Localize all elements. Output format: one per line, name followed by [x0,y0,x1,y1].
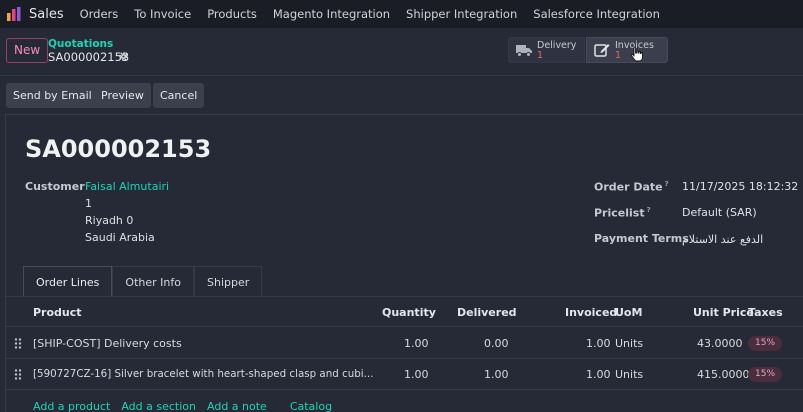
tab-other-info[interactable]: Other Info [112,266,194,297]
tax-badge[interactable]: 15% [748,367,783,382]
row-invoiced: 1.00 [586,337,611,350]
notebook-tabs: Order Lines Other Info Shipper [23,266,263,297]
customer-name-link[interactable]: Faisal Almutairi [85,180,169,193]
hand-pointer-cursor-icon [630,46,643,62]
col-product[interactable]: Product [33,306,82,319]
sales-app-icon[interactable] [6,6,22,22]
tab-order-lines[interactable]: Order Lines [23,266,113,297]
row-quantity[interactable]: 1.00 [404,337,429,350]
pricelist-help-icon[interactable]: ? [647,206,651,214]
order-lines-header: Product Quantity Delivered Invoiced UoM … [6,297,803,327]
delivery-count: 1 [537,50,544,61]
preview-button[interactable]: Preview [94,83,151,108]
col-taxes[interactable]: Taxes [748,306,783,319]
nav-orders[interactable]: Orders [80,7,119,21]
nav-products[interactable]: Products [207,7,257,21]
row-delivered: 1.00 [484,368,509,381]
new-button[interactable]: New [6,38,49,63]
pricelist-label: Pricelist? [594,206,651,220]
top-navbar: Sales Orders To Invoice Products Magento… [0,0,803,28]
col-quantity[interactable]: Quantity [382,306,436,319]
row-unit-price[interactable]: 415.0000 [697,368,750,381]
add-product-link[interactable]: Add a product [33,400,110,412]
smart-button-invoices[interactable]: Invoices 1 [586,37,668,63]
row-product[interactable]: [590727CZ-16] Silver bracelet with heart… [33,368,373,380]
nav-magento-integration[interactable]: Magento Integration [273,7,390,21]
send-by-email-button[interactable]: Send by Email [6,83,99,108]
order-date-value[interactable]: 11/17/2025 18:12:32 [682,180,798,193]
add-section-link[interactable]: Add a section [121,400,196,412]
nav-salesforce-integration[interactable]: Salesforce Integration [533,7,660,21]
control-panel: New Quotations SA000002153 Delivery 1 In… [0,28,803,76]
tab-shipper[interactable]: Shipper [193,266,263,297]
pricelist-value[interactable]: Default (SAR) [682,206,757,219]
nav-app-name[interactable]: Sales [29,7,64,22]
smart-button-delivery[interactable]: Delivery 1 [508,37,585,63]
table-row[interactable]: [590727CZ-16] Silver bracelet with heart… [6,359,803,390]
drag-handle-icon[interactable] [14,369,22,380]
col-delivered[interactable]: Delivered [457,306,517,319]
row-uom[interactable]: Units [615,368,643,381]
truck-icon [516,45,532,57]
address-line-1: 1 [85,197,92,210]
col-unit-price[interactable]: Unit Price [693,306,754,319]
breadcrumb-quotations[interactable]: Quotations [48,38,113,50]
action-bar: Send by Email Preview Cancel [0,80,803,112]
row-uom[interactable]: Units [615,337,643,350]
nav-to-invoice[interactable]: To Invoice [134,7,191,21]
col-uom[interactable]: UoM [615,306,642,319]
cancel-button[interactable]: Cancel [153,83,205,108]
row-delivered: 0.00 [484,337,509,350]
edit-invoice-icon [594,44,610,57]
form-sheet: SA000002153 Customer Faisal Almutairi 1 … [5,114,803,412]
payment-terms-value[interactable]: الدفع عند الاستلام [682,233,763,246]
row-unit-price[interactable]: 43.0000 [697,337,743,350]
col-invoiced[interactable]: Invoiced [565,306,617,319]
tax-badge[interactable]: 15% [748,336,783,351]
drag-handle-icon[interactable] [14,338,22,349]
payment-terms-label: Payment Terms [594,232,689,245]
odoo-sales-window: Sales Orders To Invoice Products Magento… [0,0,803,412]
gear-icon[interactable] [118,51,129,62]
order-date-help-icon[interactable]: ? [665,180,669,188]
order-date-label: Order Date? [594,180,669,194]
row-product[interactable]: [SHIP-COST] Delivery costs [33,337,182,350]
catalog-link[interactable]: Catalog [290,400,332,412]
address-line-2: Riyadh 0 [85,214,134,227]
address-line-3: Saudi Arabia [85,231,155,244]
order-title: SA000002153 [25,135,212,163]
row-invoiced: 1.00 [586,368,611,381]
add-note-link[interactable]: Add a note [207,400,267,412]
customer-label: Customer [25,180,85,193]
row-quantity[interactable]: 1.00 [404,368,429,381]
nav-shipper-integration[interactable]: Shipper Integration [406,7,517,21]
add-line-links: Add a product Add a section Add a note C… [33,400,343,412]
table-row[interactable]: [SHIP-COST] Delivery costs 1.00 0.00 1.0… [6,328,803,359]
